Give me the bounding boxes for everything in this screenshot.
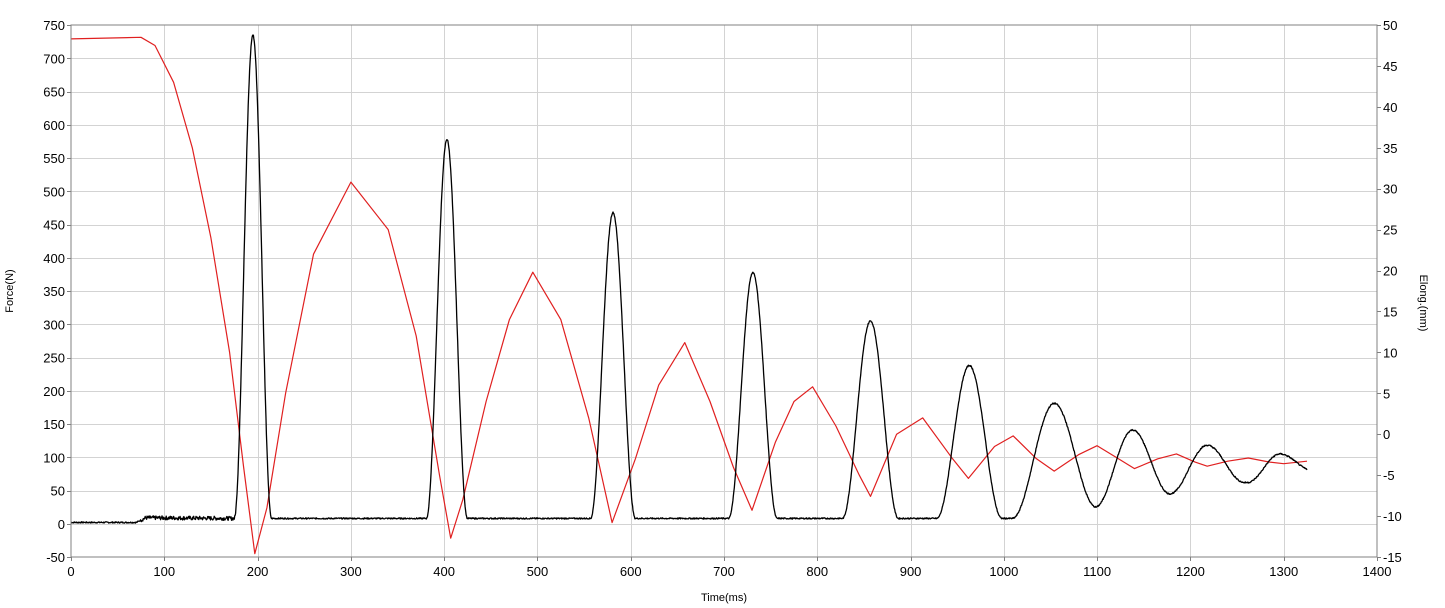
y-tick-label: 750 — [43, 18, 65, 33]
x-tick-label: 1200 — [1176, 564, 1205, 579]
y-tick-label: 500 — [43, 184, 65, 199]
y-tick-label: 200 — [43, 384, 65, 399]
y-tick-label: 300 — [43, 317, 65, 332]
y2-tick-label: -15 — [1383, 550, 1402, 565]
y-tick-label: 0 — [58, 517, 65, 532]
x-tick-label: 300 — [340, 564, 362, 579]
x-tick-label: 200 — [247, 564, 269, 579]
y2-tick-label: -10 — [1383, 509, 1402, 524]
x-tick-label: 1400 — [1363, 564, 1392, 579]
y2-tick-label: 45 — [1383, 59, 1397, 74]
y2-tick-label: 20 — [1383, 264, 1397, 279]
x-tick-label: 800 — [806, 564, 828, 579]
x-tick-label: 100 — [153, 564, 175, 579]
x-axis-ticks: 0 100 200 300 400 500 600 700 800 900 1000 1100 1200… — [67, 557, 1391, 579]
y2-axis-title: Elong.(mm) — [1417, 275, 1429, 332]
y-axis-ticks: -50 0 50 100 150 200 250 300 350 400 450 500 550 600 6… — [43, 18, 71, 565]
x-tick-label: 700 — [713, 564, 735, 579]
y-tick-label: 50 — [51, 484, 65, 499]
x-tick-label: 900 — [900, 564, 922, 579]
y2-tick-label: 5 — [1383, 386, 1390, 401]
y-tick-label: -50 — [46, 550, 65, 565]
y2-tick-label: 35 — [1383, 141, 1397, 156]
x-tick-label: 400 — [433, 564, 455, 579]
x-tick-label: 1000 — [989, 564, 1018, 579]
y-tick-label: 400 — [43, 251, 65, 266]
y-tick-label: 150 — [43, 417, 65, 432]
x-tick-label: 500 — [527, 564, 549, 579]
y-tick-label: 550 — [43, 151, 65, 166]
y-tick-label: 100 — [43, 450, 65, 465]
y2-tick-label: 40 — [1383, 100, 1397, 115]
x-tick-label: 1300 — [1269, 564, 1298, 579]
chart-canvas: 0 100 200 300 400 500 600 700 800 900 1000 1100 1200… — [4, 18, 1429, 604]
x-axis-title: Time(ms) — [701, 592, 747, 604]
x-tick-label: 1100 — [1083, 564, 1111, 579]
y2-tick-label: 0 — [1383, 427, 1390, 442]
y-tick-label: 250 — [43, 351, 65, 366]
y2-tick-label: -5 — [1383, 468, 1395, 483]
y2-tick-label: 30 — [1383, 182, 1397, 197]
x-tick-label: 600 — [620, 564, 642, 579]
y2-tick-label: 50 — [1383, 18, 1397, 33]
y-tick-label: 650 — [43, 85, 65, 100]
y2-tick-label: 10 — [1383, 345, 1397, 360]
y-tick-label: 450 — [43, 218, 65, 233]
y-tick-label: 700 — [43, 51, 65, 66]
x-tick-label: 0 — [67, 564, 74, 579]
y2-tick-label: 25 — [1383, 223, 1397, 238]
y-tick-label: 350 — [43, 284, 65, 299]
y-tick-label: 600 — [43, 118, 65, 133]
y2-axis-ticks: -15 -10 -5 0 5 10 15 20 25 30 35 40 45 50 — [1377, 18, 1402, 565]
y-axis-title: Force(N) — [4, 269, 16, 312]
y2-tick-label: 15 — [1383, 304, 1397, 319]
